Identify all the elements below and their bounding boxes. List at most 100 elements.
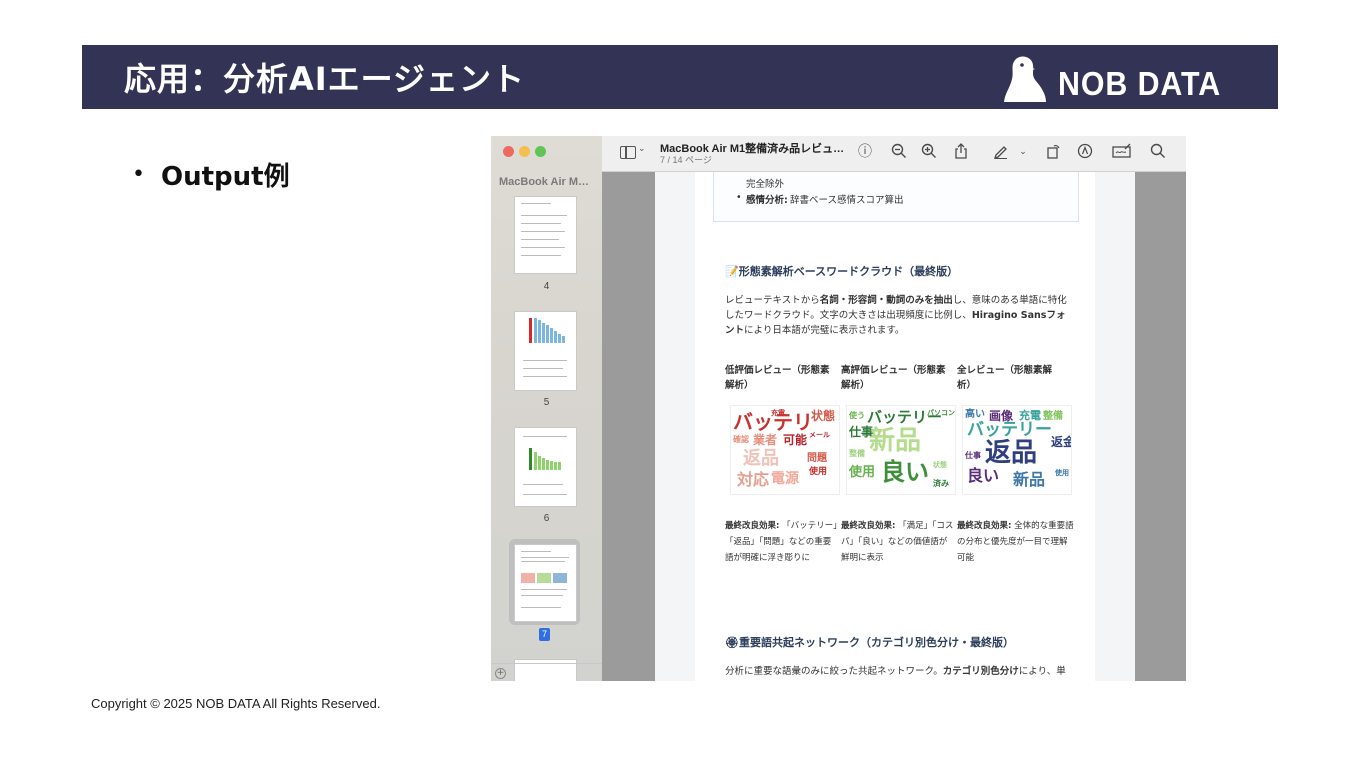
- wordcloud-word: 良い: [967, 466, 1000, 485]
- zoom-in-icon[interactable]: [920, 143, 938, 161]
- markup-icon[interactable]: [1076, 143, 1094, 161]
- search-icon[interactable]: [1149, 143, 1167, 161]
- col2-header-2: 解析）: [841, 380, 870, 391]
- wordcloud-all-reviews: 返品 バッテリー 良い 新品 画像 充電 高い 整備 返金 使用 仕事: [962, 405, 1072, 495]
- col3-caption-3: 可能: [957, 553, 975, 563]
- para-line-3: ントにより日本語が完璧に表示されます。: [725, 325, 905, 336]
- thumbnail-label-selected: 7: [539, 628, 550, 641]
- thumbnail-sidebar: MacBook Air M… 4 5 6 7 +: [491, 136, 603, 681]
- thumbnail-bar-chart-icon: [523, 318, 567, 377]
- share-icon[interactable]: [952, 143, 970, 161]
- highlight-pen-icon[interactable]: [992, 143, 1010, 161]
- box-line-2: 辞書ベース感情スコア算出: [790, 195, 904, 206]
- wordcloud-word: 使用: [1055, 469, 1069, 477]
- wordcloud-word: バッテリー: [967, 420, 1052, 440]
- thumbnail-page-preview-icon: [521, 551, 569, 608]
- wordcloud-word: 良い: [881, 458, 929, 486]
- thumbnail-label: 5: [543, 397, 550, 408]
- wordcloud-word: 業者: [753, 433, 778, 447]
- page-thumbnail-6[interactable]: [514, 427, 577, 507]
- wordcloud-word: メール: [809, 431, 830, 439]
- sidebar-toggle-icon[interactable]: [620, 146, 636, 159]
- slide-header: 応用：分析AIエージェント NOB DATA: [82, 45, 1278, 109]
- wordcloud-word: 仕事: [965, 451, 981, 460]
- wordcloud-word: 返金: [1051, 435, 1071, 449]
- col1-caption-3: 語が明確に浮き彫りに: [725, 553, 811, 563]
- pdf-page: 完全除外 • 感情分析: 辞書ベース感情スコア算出 📝形態素解析ベースワードクラ…: [655, 172, 1135, 681]
- sign-icon[interactable]: [1112, 143, 1131, 161]
- col3-header-2: 析）: [957, 380, 977, 391]
- col1-caption-2: 「返品」「問題」などの重要: [725, 537, 832, 547]
- wordcloud-word: 問題: [807, 453, 827, 464]
- wordcloud-section-heading: 📝形態素解析ベースワードクラウド（最終版）: [725, 265, 959, 278]
- logo-text: NOB DATA: [1058, 65, 1222, 102]
- wordcloud-word: 可能: [783, 433, 808, 447]
- highlight-menu-chevron-icon[interactable]: ⌄: [1014, 143, 1032, 161]
- page-indicator: 7 / 14 ページ: [660, 155, 712, 165]
- network-section-heading: 🏵重要語共起ネットワーク（カテゴリ別色分け・最終版）: [725, 636, 1014, 649]
- bullet-output-example: Output例: [161, 162, 290, 192]
- wordcloud-word: 整備: [849, 449, 865, 458]
- wordcloud-word: 済み: [933, 479, 949, 488]
- wordcloud-word: 電源: [771, 471, 799, 487]
- page-thumbnail-7[interactable]: [514, 544, 577, 622]
- document-viewer[interactable]: 完全除外 • 感情分析: 辞書ベース感情スコア算出 📝形態素解析ベースワードクラ…: [602, 172, 1186, 681]
- wordcloud-word: 使用: [809, 467, 828, 477]
- col2-caption-1: 最終改良効果: 「満足」「コス: [841, 521, 954, 531]
- col3-header-1: 全レビュー（形態素解: [957, 365, 1053, 376]
- thumbnail-bar-chart-icon: [523, 436, 567, 495]
- close-window-button[interactable]: [503, 146, 514, 157]
- wordcloud-word: 確認: [733, 435, 749, 444]
- para-line-4: 分析に重要な語彙のみに絞った共起ネットワーク。カテゴリ別色分けにより、単: [725, 666, 1066, 677]
- wordcloud-word: 使う: [849, 411, 865, 420]
- bullet-marker: •: [132, 162, 145, 187]
- page-thumbnail-5[interactable]: [514, 311, 577, 391]
- wordcloud-word: 返品: [743, 448, 779, 469]
- wordcloud-word: 状態: [933, 461, 947, 469]
- zoom-window-button[interactable]: [535, 146, 546, 157]
- rotate-icon[interactable]: [1044, 143, 1062, 161]
- wordcloud-word: 整備: [1043, 411, 1063, 422]
- bullet-dot-small: •: [736, 192, 742, 203]
- box-line-2-bold: 感情分析:: [746, 195, 788, 206]
- minimize-window-button[interactable]: [519, 146, 530, 157]
- sidebar-doc-title: MacBook Air M…: [499, 176, 590, 188]
- wordcloud-word: 充電: [771, 409, 785, 417]
- wordcloud-word: 高い: [965, 409, 985, 420]
- wordcloud-high-rating: 新品 良い バッテリー 使用 仕事 使う パソコン 済み 状態 整備: [846, 405, 956, 495]
- preview-window-screenshot: MacBook Air M… 4 5 6 7 + ⌄ MacBook Air M…: [491, 136, 1186, 681]
- info-icon[interactable]: ⓘ: [856, 143, 874, 161]
- col2-caption-3: 鮮明に表示: [841, 553, 884, 563]
- slide-title: 応用：分析AIエージェント: [124, 60, 526, 98]
- col2-header-1: 高評価レビュー（形態素: [841, 365, 946, 376]
- wordcloud-word: 対応: [737, 470, 770, 489]
- box-line-1: 完全除外: [746, 179, 785, 190]
- wordcloud-word: 新品: [1013, 470, 1046, 489]
- wordcloud-word: 充電: [1019, 409, 1041, 422]
- wordcloud-word: 新品: [869, 426, 922, 456]
- wordcloud-word: 仕事: [849, 425, 874, 439]
- col1-header-1: 低評価レビュー（形態素: [725, 365, 830, 376]
- page-thumbnail-4[interactable]: [514, 196, 577, 274]
- add-page-icon[interactable]: +: [495, 668, 506, 679]
- wordcloud-word: パソコン: [927, 409, 955, 417]
- col3-caption-2: の分布と優先度が一目で理解: [957, 537, 1068, 547]
- wordcloud-low-rating: バッテリ 状態 業者 可能 返品 対応 電源 問題 使用 確認 メール 充電: [730, 405, 840, 495]
- col2-caption-2: パ」「良い」などの価値語が: [841, 537, 948, 547]
- chevron-down-icon[interactable]: ⌄: [638, 144, 646, 154]
- report-card: 完全除外 • 感情分析: 辞書ベース感情スコア算出 📝形態素解析ベースワードクラ…: [695, 172, 1095, 681]
- seal-logo-icon: [1004, 56, 1046, 102]
- copyright-footer: Copyright © 2025 NOB DATA All Rights Res…: [91, 696, 381, 711]
- thumbnail-label: 4: [543, 281, 550, 292]
- col3-caption-1: 最終改良効果: 全体的な重要語: [957, 521, 1074, 531]
- nob-data-logo: NOB DATA: [1002, 55, 1232, 103]
- preview-toolbar: ⌄ MacBook Air M1整備済み品レビュ… 7 / 14 ページ ⓘ ⌄: [602, 136, 1186, 172]
- col1-caption-1: 最終改良効果: 「バッテリー」: [725, 521, 842, 531]
- col1-header-2: 解析）: [725, 380, 754, 391]
- zoom-out-icon[interactable]: [890, 143, 908, 161]
- wordcloud-word: 返品: [985, 438, 1038, 468]
- sidebar-footer-divider: [491, 663, 602, 664]
- para-line-2: したワードクラウド。文字の大きさは出現頻度に比例し、Hiragino Sansフ…: [725, 310, 1066, 321]
- thumbnail-label: 6: [543, 513, 550, 524]
- wordcloud-word: 使用: [849, 465, 876, 480]
